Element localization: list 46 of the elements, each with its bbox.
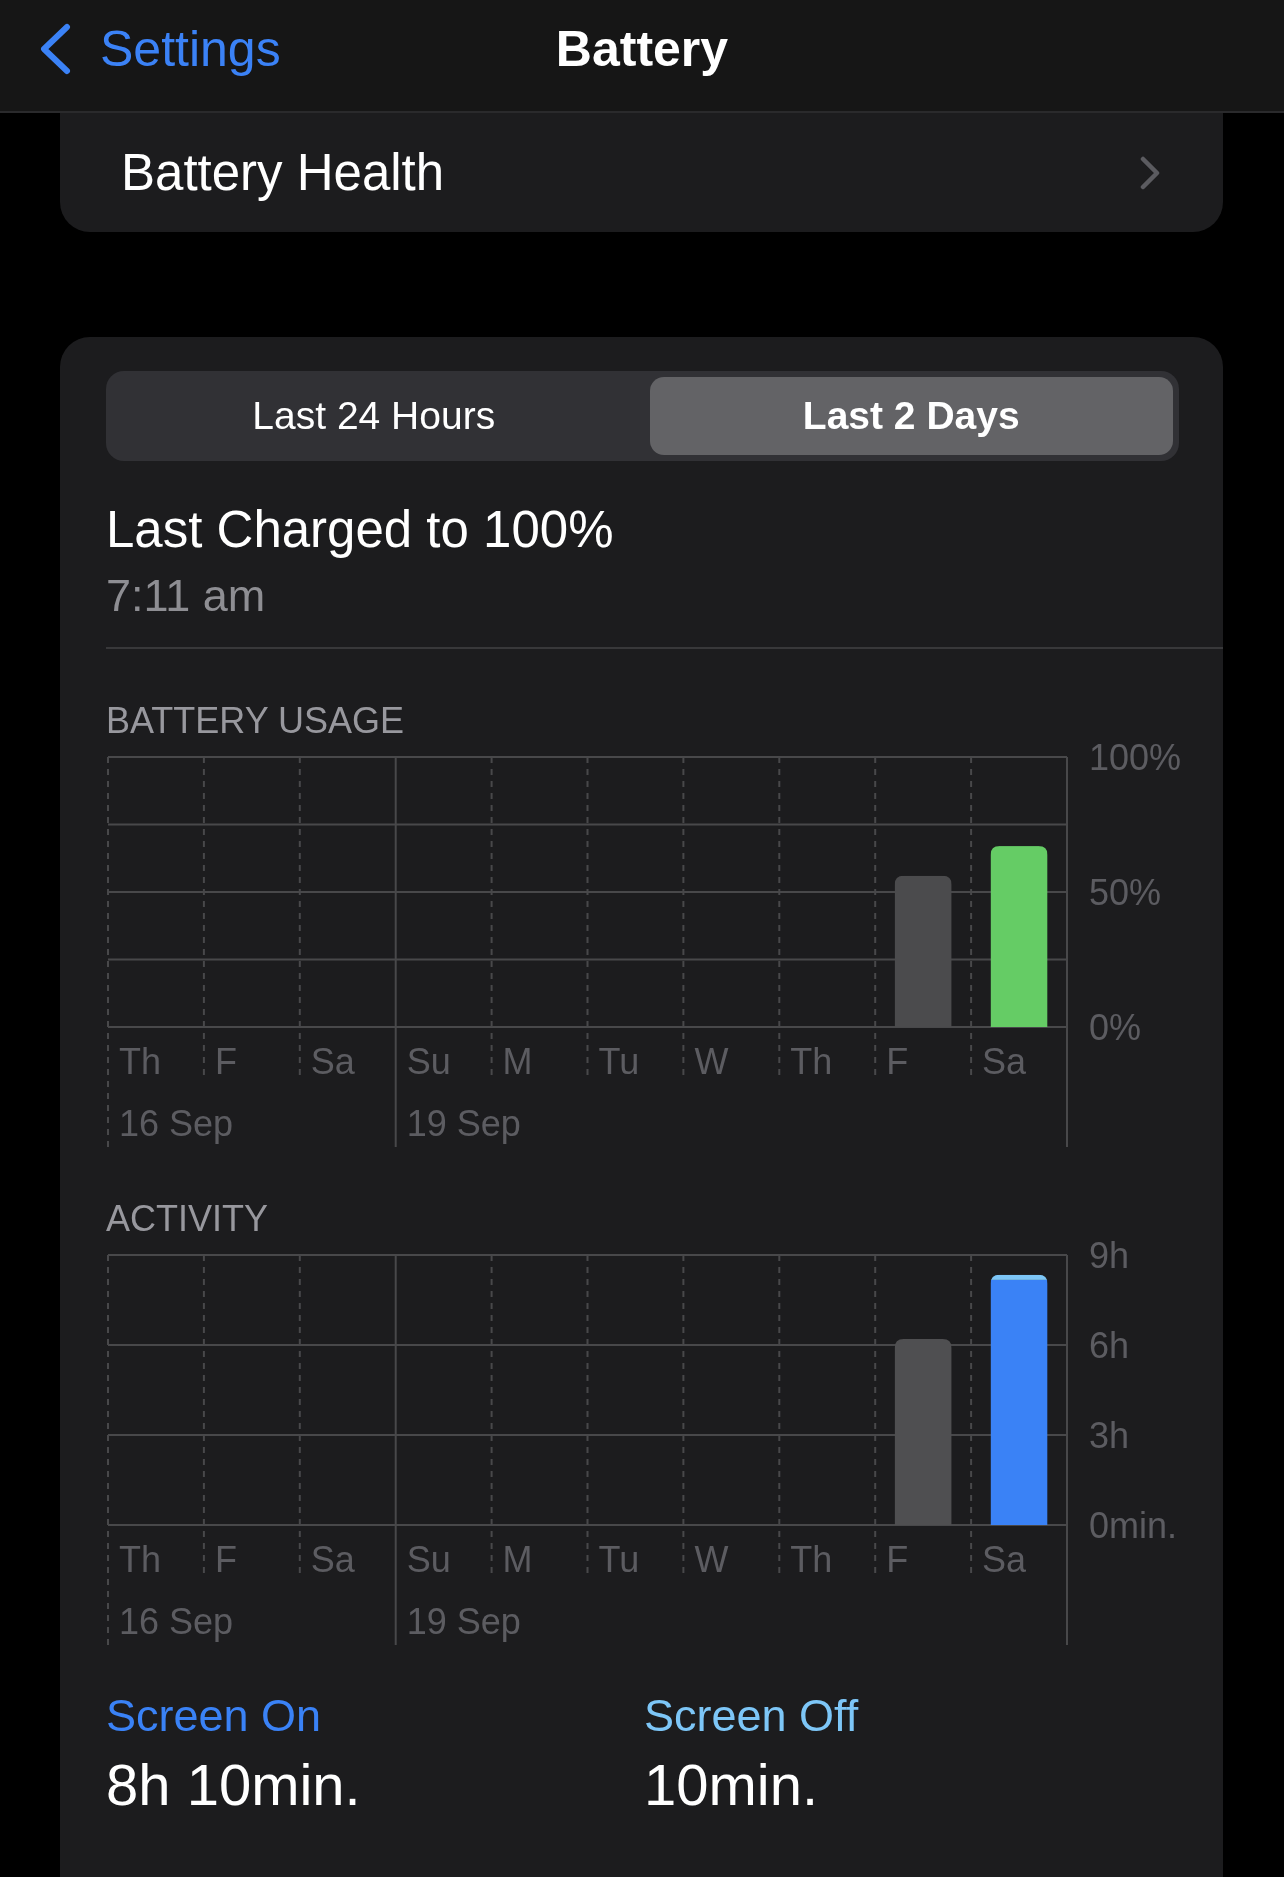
back-button[interactable]: Settings	[38, 18, 281, 79]
day-label: Su	[406, 1538, 451, 1580]
day-label: F	[886, 1538, 909, 1580]
day-label: F	[214, 1040, 237, 1082]
period-tab[interactable]: Last 2 Days	[649, 377, 1173, 455]
day-label: Th	[119, 1538, 161, 1580]
period-tab[interactable]: Last 24 Hours	[112, 377, 636, 455]
legend-label: Screen On	[106, 1689, 323, 1743]
chart-title: ACTIVITY	[106, 1197, 270, 1241]
date-label: 16 Sep	[119, 1102, 234, 1144]
day-label: Sa	[982, 1538, 1027, 1580]
duration-value: 8h 10min.	[106, 1751, 362, 1819]
day-label: W	[694, 1538, 729, 1580]
day-label: Sa	[310, 1538, 355, 1580]
axis-label: 9h	[1089, 1234, 1130, 1276]
chevron-left-icon	[38, 22, 72, 75]
day-label: Th	[790, 1538, 833, 1580]
day-label: M	[502, 1538, 533, 1580]
axis-label: 100%	[1089, 736, 1182, 778]
axis-label: 3h	[1089, 1414, 1130, 1456]
day-label: Tu	[598, 1538, 640, 1580]
duration-value: 10min.	[644, 1751, 820, 1819]
axis-label: 6h	[1089, 1324, 1130, 1366]
axis-label: 0min.	[1089, 1504, 1178, 1546]
page-title: Battery	[555, 19, 729, 79]
chevron-right-icon	[1140, 155, 1160, 190]
day-label: W	[694, 1040, 729, 1082]
day-label: Th	[790, 1040, 833, 1082]
day-label: Th	[119, 1040, 161, 1082]
day-label: M	[502, 1040, 533, 1082]
last-charged-time: 7:11 am	[106, 569, 267, 623]
battery-health-row[interactable]: Battery Health	[60, 113, 1223, 232]
day-label: Su	[406, 1040, 451, 1082]
legend-label: Screen Off	[644, 1689, 860, 1743]
day-label: F	[886, 1040, 909, 1082]
day-label: F	[214, 1538, 237, 1580]
axis-label: 50%	[1089, 871, 1162, 913]
day-label: Tu	[598, 1040, 640, 1082]
day-label: Sa	[982, 1040, 1027, 1082]
date-label: 19 Sep	[406, 1102, 521, 1144]
last-charged-title: Last Charged to 100%	[106, 500, 615, 560]
axis-label: 0%	[1089, 1006, 1142, 1048]
chart-title: BATTERY USAGE	[106, 699, 406, 743]
date-label: 19 Sep	[406, 1600, 521, 1642]
date-label: 16 Sep	[119, 1600, 234, 1642]
day-label: Sa	[310, 1040, 355, 1082]
